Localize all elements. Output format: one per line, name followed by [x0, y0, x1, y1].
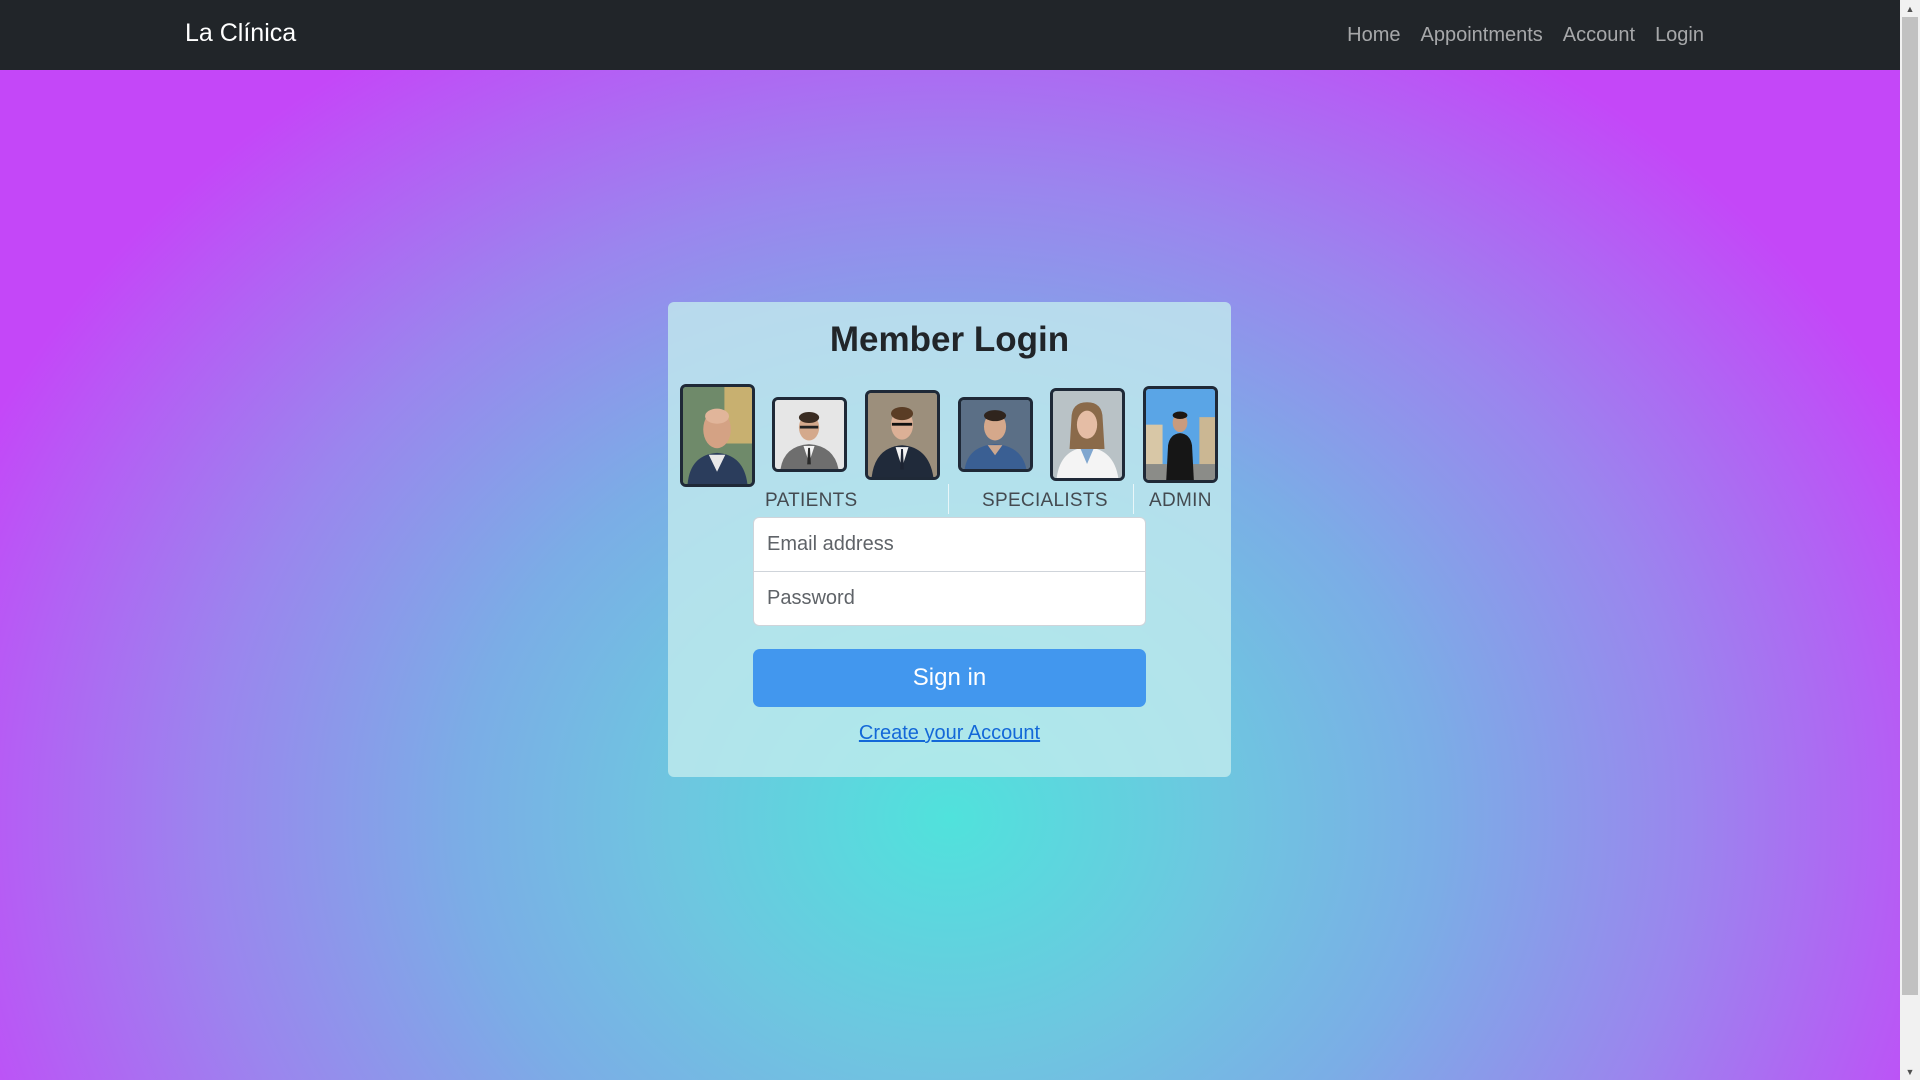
scroll-down-arrow-icon[interactable]: ▼	[1900, 1063, 1920, 1080]
admin-avatar[interactable]	[1143, 386, 1218, 483]
specialist-avatar-1[interactable]	[958, 397, 1033, 472]
nav-appointments[interactable]: Appointments	[1421, 24, 1543, 47]
password-input[interactable]	[753, 571, 1146, 626]
group-divider-1	[948, 484, 949, 514]
patient-avatar-3[interactable]	[865, 390, 940, 480]
scroll-up-arrow-icon[interactable]: ▲	[1900, 0, 1920, 17]
admin-label: ADMIN	[1149, 490, 1212, 511]
login-card: Member Login PATIENTS SPECIALISTS ADMIN …	[668, 302, 1231, 777]
top-navbar: La Clínica Home Appointments Account Log…	[0, 0, 1900, 70]
create-account-link[interactable]: Create your Account	[668, 722, 1231, 745]
nav-login[interactable]: Login	[1655, 24, 1704, 47]
nav-account[interactable]: Account	[1563, 24, 1635, 47]
scroll-thumb[interactable]	[1902, 17, 1918, 995]
group-divider-2	[1133, 484, 1134, 514]
vertical-scrollbar[interactable]: ▲ ▼	[1900, 0, 1920, 1080]
sign-in-button[interactable]: Sign in	[753, 649, 1146, 707]
nav-links: Home Appointments Account Login	[1327, 0, 1704, 70]
credentials-form	[753, 517, 1146, 626]
login-title: Member Login	[829, 320, 1070, 359]
specialists-label: SPECIALISTS	[982, 490, 1108, 511]
brand-logo[interactable]: La Clínica	[185, 19, 296, 48]
patients-label: PATIENTS	[765, 490, 858, 511]
patient-avatar-1[interactable]	[680, 384, 755, 487]
specialist-avatar-2[interactable]	[1050, 388, 1125, 481]
nav-home[interactable]: Home	[1347, 24, 1400, 47]
patient-avatar-2[interactable]	[772, 397, 847, 472]
email-input[interactable]	[753, 517, 1146, 572]
